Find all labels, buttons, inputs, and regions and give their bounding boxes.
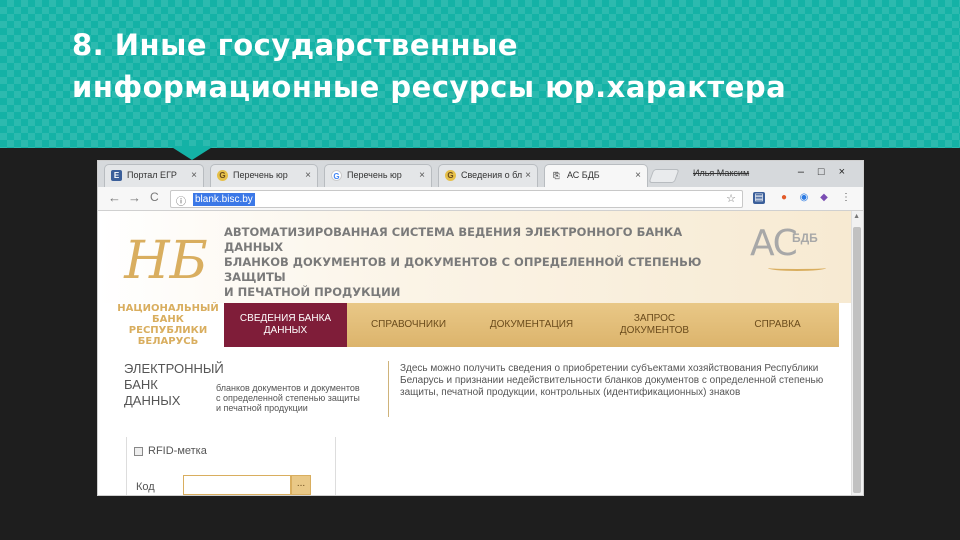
nav-label: СПРАВОЧНИКИ (370, 319, 447, 330)
info-icon[interactable]: ⓘ (176, 193, 186, 208)
nav-dokumentatsiya[interactable]: ДОКУМЕНТАЦИЯ (470, 303, 593, 347)
brand-swoosh (768, 265, 826, 271)
nav-zapros-dokumentov[interactable]: ЗАПРОС ДОКУМЕНТОВ (593, 303, 716, 347)
scroll-up-icon[interactable]: ▲ (853, 213, 860, 220)
tab-label: Портал ЕГР (127, 170, 177, 180)
tab-svedeniya[interactable]: G Сведения о бл × (438, 164, 538, 187)
db-subtitle-line: с определенной степенью защиты (216, 393, 360, 403)
tab-perechen-1[interactable]: G Перечень юр × (210, 164, 318, 187)
browser-screenshot: Е Портал ЕГР × G Перечень юр × G Перечен… (97, 160, 864, 496)
db-subtitle-line: и печатной продукции (216, 403, 308, 413)
header-line-1: АВТОМАТИЗИРОВАННАЯ СИСТЕМА ВЕДЕНИЯ ЭЛЕКТ… (224, 225, 683, 254)
slide-title-line-2: информационные ресурсы юр.характера (72, 70, 787, 104)
header-line-2: БЛАНКОВ ДОКУМЕНТОВ И ДОКУМЕНТОВ С ОПРЕДЕ… (224, 255, 702, 284)
db-title-line: БАНК (124, 377, 158, 392)
back-arrow-icon[interactable]: ← (108, 190, 121, 205)
bank-name: НАЦИОНАЛЬНЫЙ БАНК РЕСПУБЛИКИ БЕЛАРУСЬ (112, 303, 224, 347)
kod-input[interactable] (183, 475, 291, 495)
bank-name-line: БЕЛАРУСЬ (137, 336, 199, 347)
brand-as: АС (750, 223, 798, 264)
tab-label: Сведения о бл (461, 170, 523, 180)
divider (388, 361, 389, 417)
rfid-label: RFID-метка (148, 445, 207, 457)
egr-icon: Е (111, 170, 122, 181)
nav-label: ДОКУМЕНТАЦИЯ (489, 319, 574, 330)
header-line-3: И ПЕЧАТНОЙ ПРОДУКЦИИ (224, 285, 401, 299)
profile-name[interactable]: Илья Максим (693, 168, 749, 178)
kod-label: Код (136, 481, 155, 493)
nav-label: ЗАПРОС (633, 313, 676, 324)
tab-label: АС БДБ (567, 170, 600, 180)
tab-strip: Е Портал ЕГР × G Перечень юр × G Перечен… (98, 161, 863, 187)
bank-name-line: БАНК (152, 314, 184, 325)
as-bdb-logo: АС БДБ (750, 223, 830, 271)
extension-icon[interactable]: ◉ (798, 192, 810, 204)
extension-icon[interactable]: ▤ (753, 192, 765, 204)
menu-icon[interactable]: ⋮ (840, 192, 852, 204)
url-text[interactable]: blank.bisc.by (193, 193, 255, 206)
tab-label: Перечень юр (233, 170, 288, 180)
address-bar[interactable]: ⓘ blank.bisc.by ☆ (170, 190, 743, 208)
nav-label: СВЕДЕНИЯ БАНКА (239, 313, 332, 324)
db-title-line: ЭЛЕКТРОННЫЙ (124, 361, 224, 376)
db-subtitle-line: бланков документов и документов (216, 383, 360, 393)
description-text: Здесь можно получить сведения о приобрет… (400, 363, 824, 398)
rfid-checkbox[interactable] (134, 447, 143, 456)
tab-as-bdb[interactable]: ⎘ АС БДБ × (544, 164, 648, 187)
slide-title: 8. Иные государственные информационные р… (72, 24, 932, 108)
google-icon: G (445, 170, 456, 181)
db-subtitle: бланков документов и документов с опреде… (216, 383, 360, 413)
browser-toolbar: ← → C ⓘ blank.bisc.by ☆ ▤ ● ◉ ◆ ⋮ (98, 187, 863, 211)
extension-icon[interactable]: ◆ (818, 192, 830, 204)
nav-label: ДАННЫХ (263, 325, 308, 336)
close-icon[interactable]: × (635, 165, 641, 186)
slide-title-line-1: 8. Иные государственные (72, 28, 518, 62)
close-icon[interactable]: × (419, 165, 425, 186)
bank-name-line: НАЦИОНАЛЬНЫЙ (117, 303, 219, 314)
page-icon: ⎘ (553, 171, 560, 180)
site-header-title: АВТОМАТИЗИРОВАННАЯ СИСТЕМА ВЕДЕНИЯ ЭЛЕКТ… (224, 225, 744, 300)
nav-spravka[interactable]: СПРАВКА (716, 303, 839, 347)
national-bank-logo[interactable]: НБ (116, 221, 216, 301)
site-nav: СВЕДЕНИЯ БАНКА ДАННЫХ СПРАВОЧНИКИ ДОКУМЕН… (224, 303, 839, 347)
nav-label: СПРАВКА (754, 319, 801, 330)
new-tab-button[interactable] (648, 169, 680, 183)
nav-label: ДОКУМЕНТОВ (619, 325, 690, 336)
close-icon[interactable]: × (305, 165, 311, 186)
close-icon[interactable]: × (525, 165, 531, 186)
db-title-line: ДАННЫХ (124, 393, 181, 408)
tab-egr-portal[interactable]: Е Портал ЕГР × (104, 164, 204, 187)
forward-arrow-icon[interactable]: → (128, 190, 141, 205)
bank-name-line: РЕСПУБЛИКИ (128, 325, 208, 336)
window-controls[interactable]: –□× (798, 166, 859, 178)
bookmark-star-icon[interactable]: ☆ (726, 192, 736, 205)
scrollbar-thumb[interactable] (853, 227, 861, 493)
reload-icon[interactable]: C (150, 190, 159, 204)
nav-spravochniki[interactable]: СПРАВОЧНИКИ (347, 303, 470, 347)
header-notch (170, 146, 214, 160)
tab-perechen-2[interactable]: G Перечень юр × (324, 164, 432, 187)
kod-lookup-button[interactable]: ... (291, 475, 311, 495)
google-icon: G (217, 170, 228, 181)
nav-svedeniya-banka[interactable]: СВЕДЕНИЯ БАНКА ДАННЫХ (224, 303, 347, 347)
close-icon[interactable]: × (191, 165, 197, 186)
brand-bdb: БДБ (792, 231, 818, 245)
google-icon: G (331, 170, 342, 181)
web-page: НБ АВТОМАТИЗИРОВАННАЯ СИСТЕМА ВЕДЕНИЯ ЭЛ… (98, 211, 853, 495)
db-title: ЭЛЕКТРОННЫЙ БАНК ДАННЫХ (124, 361, 224, 409)
extension-icon[interactable]: ● (778, 192, 790, 204)
tab-label: Перечень юр (347, 170, 402, 180)
